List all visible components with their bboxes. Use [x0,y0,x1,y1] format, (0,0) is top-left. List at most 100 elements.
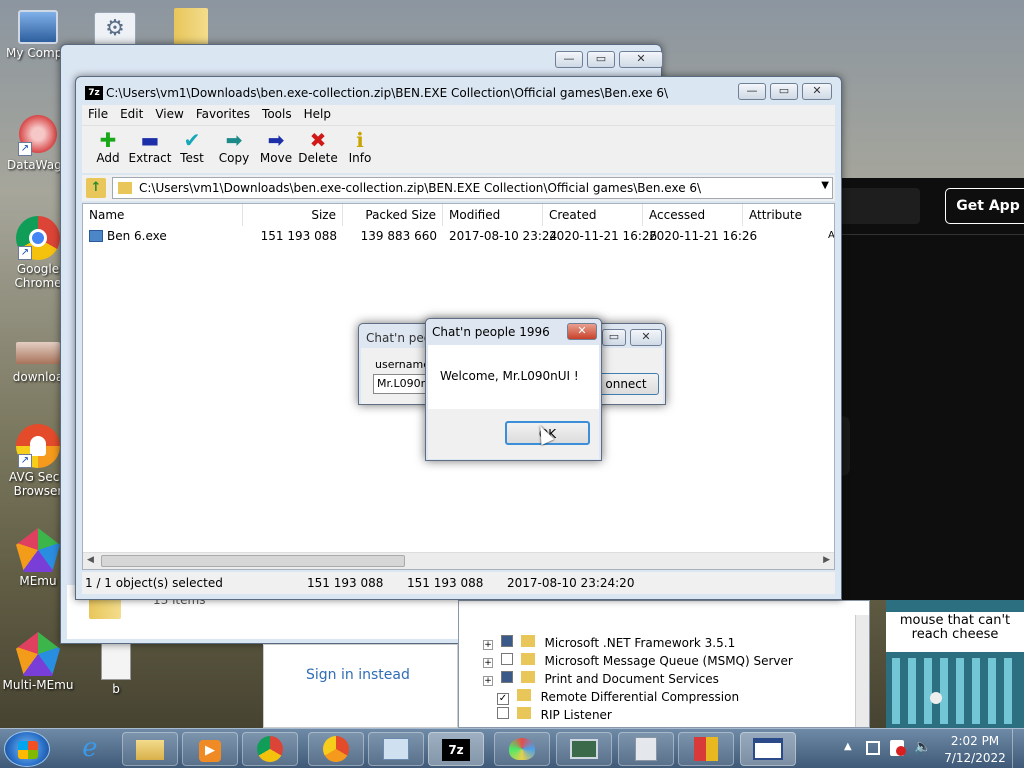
desktop-icon-file-b[interactable]: b [80,640,152,696]
column-header-size[interactable]: Size [243,204,343,226]
game-maze [892,658,1018,724]
checkbox-checked-icon[interactable]: ✓ [497,693,509,705]
datawagon-icon: ↗ [16,112,60,156]
plus-icon: ✚ [99,128,117,152]
control-panel-icon[interactable]: ⚙ [94,12,136,46]
taskbar-avg-browser[interactable] [308,732,364,766]
windows-logo-icon [18,741,38,759]
taskbar-control-panel[interactable] [368,732,424,766]
folder-icon[interactable] [174,8,208,46]
network-icon[interactable] [866,741,880,755]
taskbar-ie[interactable]: ℯ [62,732,118,766]
clock-time[interactable]: 2:02 PM [944,734,1006,748]
taskbar-file-manager[interactable] [618,732,674,766]
check-icon: ✔ [183,128,201,152]
maximize-button[interactable]: ▭ [602,329,626,346]
menu-file[interactable]: File [82,105,114,123]
welcome-dialog: Chat'n people 1996 ✕ Welcome, Mr.L090nUI… [425,318,602,461]
taskbar-chat-app[interactable] [740,732,796,766]
desktop-icon-label: b [112,682,120,696]
sevenzip-app-icon: 7z [85,86,103,100]
action-center-icon[interactable] [890,740,906,756]
close-button[interactable]: ✕ [630,329,662,346]
minimize-button[interactable]: — [738,83,766,100]
add-button[interactable]: ✚ Add [86,129,130,165]
status-date: 2017-08-10 23:24:20 [507,576,635,590]
delete-button[interactable]: ✖ Delete [296,129,340,165]
taskbar-7zip[interactable]: 7z [428,732,484,766]
scroll-right-icon[interactable]: ▶ [823,555,830,565]
close-button[interactable]: ✕ [802,83,832,100]
feature-row[interactable]: + Microsoft .NET Framework 3.5.1 [483,635,735,653]
sevenzip-icon: 7z [442,739,470,761]
test-button[interactable]: ✔ Test [170,129,214,165]
column-header-packed-size[interactable]: Packed Size [343,204,443,226]
taskbar-office[interactable] [678,732,734,766]
info-icon: ℹ [356,128,364,152]
column-header-accessed[interactable]: Accessed [643,204,743,226]
dialog-title: Chat'n people 1996 [432,325,550,339]
expand-icon[interactable]: + [483,658,493,668]
feature-label: Print and Document Services [544,672,719,686]
sign-in-link[interactable]: Sign in instead [306,667,410,683]
checkbox-icon[interactable] [500,653,513,665]
menu-help[interactable]: Help [298,105,337,123]
show-desktop-button[interactable] [1012,729,1024,768]
scrollbar-thumb[interactable] [101,555,405,567]
feature-row[interactable]: RIP Listener [497,707,612,725]
clock-date[interactable]: 7/12/2022 [944,751,1006,765]
column-header-created[interactable]: Created [543,204,643,226]
expand-icon[interactable]: + [483,676,493,686]
tray-expand-icon[interactable]: ▲ [844,741,852,752]
info-button[interactable]: ℹ Info [338,129,382,165]
checkbox-partial-icon[interactable] [500,635,513,647]
maximize-button[interactable]: ▭ [587,51,615,68]
extract-button[interactable]: ▬ Extract [128,129,172,165]
menu-tools[interactable]: Tools [256,105,298,123]
maximize-button[interactable]: ▭ [770,83,798,100]
column-header-attributes[interactable]: Attribute [743,204,834,226]
expand-icon[interactable]: + [483,640,493,650]
taskbar-paint[interactable] [494,732,550,766]
feature-row[interactable]: + Print and Document Services [483,671,719,689]
sign-in-panel: Sign in instead [263,644,458,728]
browser-content-divider [838,234,1024,235]
cell-modified: 2017-08-10 23:24 [449,229,558,243]
taskbar-system-app[interactable] [556,732,612,766]
close-button[interactable]: ✕ [567,323,597,340]
status-selection: 1 / 1 object(s) selected [85,576,223,590]
taskbar-media-player[interactable]: ▶ [182,732,238,766]
mouse-sprite-icon [930,692,942,704]
checkbox-partial-icon[interactable] [500,671,513,683]
chevron-down-icon[interactable]: ▼ [821,180,829,191]
menu-edit[interactable]: Edit [114,105,149,123]
start-button[interactable] [4,731,50,767]
taskbar-chrome[interactable] [242,732,298,766]
get-app-button[interactable]: Get App [945,188,1024,224]
volume-icon[interactable]: 🔈 [914,739,931,755]
address-bar: ↑ C:\Users\vm1\Downloads\ben.exe-collect… [82,175,835,201]
window-icon [753,738,783,760]
menu-favorites[interactable]: Favorites [190,105,256,123]
scroll-left-icon[interactable]: ◀ [87,555,94,565]
address-input[interactable]: C:\Users\vm1\Downloads\ben.exe-collectio… [112,177,833,199]
feature-row[interactable]: ✓ Remote Differential Compression [497,689,739,707]
copy-button[interactable]: ➡ Copy [212,129,256,165]
column-header-modified[interactable]: Modified [443,204,543,226]
desktop-icon-label: Multi-MEmu [2,678,74,692]
feature-row[interactable]: + Microsoft Message Queue (MSMQ) Server [483,653,793,671]
column-header-name[interactable]: Name [83,204,243,226]
avg-browser-icon: ↗ [16,424,60,468]
close-button[interactable]: ✕ [619,51,663,68]
folder-icon [520,671,535,683]
up-folder-button[interactable]: ↑ [86,178,106,198]
connect-button[interactable]: onnect [593,373,659,395]
features-scrollbar[interactable] [855,615,869,727]
move-button[interactable]: ➡ Move [254,129,298,165]
minimize-button[interactable]: — [555,51,583,68]
game-thumbnail[interactable]: mouse that can't reach cheese [886,600,1024,728]
horizontal-scrollbar[interactable]: ◀ ▶ [83,552,834,569]
taskbar-explorer[interactable] [122,732,178,766]
menu-view[interactable]: View [149,105,189,123]
checkbox-icon[interactable] [497,707,509,719]
